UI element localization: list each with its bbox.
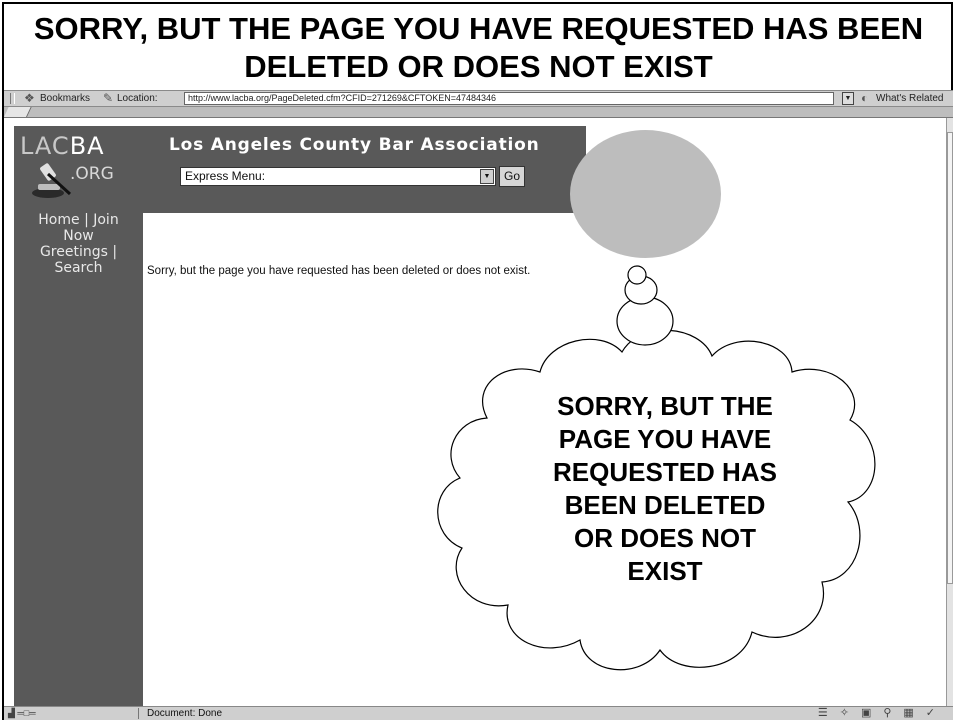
logo-org-text: .ORG (70, 164, 114, 184)
callout-line-2: PAGE YOU HAVE (558, 424, 772, 454)
site-logo[interactable]: LACBA (20, 132, 105, 160)
callout-text: SORRY, BUT THE PAGE YOU HAVE REQUESTED H… (515, 390, 815, 588)
site-title: Los Angeles County Bar Association (169, 135, 540, 155)
status-security-indicator[interactable]: ▟ ═□═ (8, 708, 139, 719)
deleted-page-message: Sorry, but the page you have requested h… (147, 265, 531, 277)
location-icon: ✎ (103, 91, 114, 105)
whats-related-icon[interactable]: ◐ (861, 91, 868, 105)
nav-links: Home | Join Now Greetings | Search (14, 212, 143, 276)
scrollbar-thumb[interactable] (947, 132, 953, 584)
bookmarks-icon[interactable]: ❖ (24, 91, 35, 105)
status-text: Document: Done (147, 708, 223, 719)
nav-line-search[interactable]: Search (14, 260, 143, 276)
logo-ba-text: BA (69, 132, 105, 160)
decorative-circle (570, 130, 721, 258)
location-label: Location: (117, 93, 158, 104)
nav-line-now[interactable]: Now (14, 228, 143, 244)
go-button[interactable]: Go (499, 166, 525, 187)
callout-line-6: EXIST (627, 556, 703, 586)
status-bar: ▟ ═□═ Document: Done ☰✧▣⚲▦✓ (4, 706, 953, 720)
url-history-dropdown[interactable]: ▼ (842, 92, 854, 105)
collapsed-toolbar-tab-strip (4, 107, 953, 118)
bookmarks-button[interactable]: Bookmarks (40, 93, 90, 104)
callout-line-1: SORRY, BUT THE (557, 391, 773, 421)
location-toolbar: ❖ Bookmarks ✎ Location: http://www.lacba… (4, 90, 953, 107)
logo-lac-text: LAC (20, 132, 70, 160)
url-field[interactable]: http://www.lacba.org/PageDeleted.cfm?CFI… (184, 92, 834, 105)
express-menu-select[interactable]: Express Menu: ▼ (180, 167, 496, 186)
callout-line-5: OR DOES NOT (573, 523, 756, 553)
vertical-scrollbar[interactable] (946, 118, 953, 706)
nav-line-home-join[interactable]: Home | Join (14, 212, 143, 228)
dropdown-arrow-icon[interactable]: ▼ (480, 169, 494, 184)
toolbar-collapse-tab[interactable] (4, 107, 32, 117)
express-menu-value: Express Menu: (185, 169, 266, 183)
nav-line-greetings[interactable]: Greetings | (14, 244, 143, 260)
callout-line-3: REQUESTED HAS (553, 457, 777, 487)
whats-related-button[interactable]: What's Related (876, 93, 944, 104)
status-component-icons[interactable]: ☰✧▣⚲▦✓ (818, 706, 947, 719)
gavel-icon (32, 163, 72, 198)
slide-heading: SORRY, BUT THE PAGE YOU HAVE REQUESTED H… (33, 11, 924, 84)
callout-line-4: BEEN DELETED (564, 490, 766, 520)
toolbar-grip[interactable] (10, 93, 15, 104)
